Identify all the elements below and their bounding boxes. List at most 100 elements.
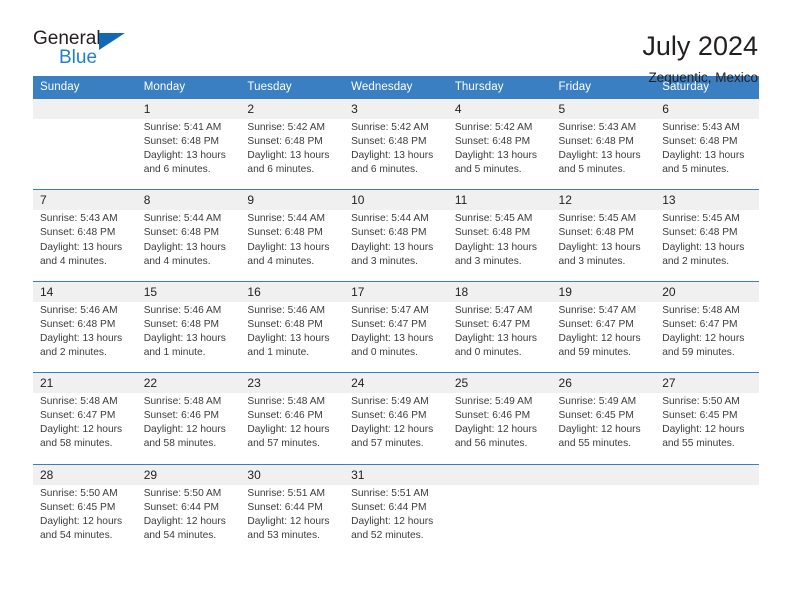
sunrise-text: Sunrise: 5:50 AM xyxy=(662,396,740,408)
day-details-cell: Sunrise: 5:47 AM Sunset: 6:47 PM Daylight:… xyxy=(344,301,448,373)
calendar-week-details-row: Sunrise: 5:48 AM Sunset: 6:47 PM Daylight:… xyxy=(33,393,759,464)
daylight-text: Daylight: 13 hours xyxy=(40,332,123,344)
day-number[interactable]: 7 xyxy=(33,189,137,211)
day-details-cell: Sunrise: 5:49 AM Sunset: 6:46 PM Daylight:… xyxy=(447,393,552,464)
day-number[interactable]: 31 xyxy=(344,463,448,485)
day-number-empty xyxy=(447,463,552,485)
daylight-text: Daylight: 13 hours xyxy=(662,241,745,253)
day-number[interactable]: 14 xyxy=(33,280,137,302)
calendar-week-details-row: Sunrise: 5:50 AM Sunset: 6:45 PM Daylight:… xyxy=(33,484,759,555)
day-number[interactable]: 12 xyxy=(551,189,656,211)
sunrise-text: Sunrise: 5:47 AM xyxy=(558,304,637,316)
sunrise-text: Sunrise: 5:47 AM xyxy=(351,304,429,316)
day-number[interactable]: 24 xyxy=(344,372,448,394)
day-details-cell: Sunrise: 5:42 AM Sunset: 6:48 PM Daylight:… xyxy=(240,119,345,190)
daylight-text: and 55 minutes. xyxy=(558,438,632,450)
calendar-table: Sunday Monday Tuesday Wednesday Thursday… xyxy=(33,76,759,555)
day-number[interactable]: 1 xyxy=(136,99,241,119)
day-number[interactable]: 29 xyxy=(136,463,241,485)
day-number[interactable]: 20 xyxy=(655,280,759,302)
day-number[interactable]: 25 xyxy=(447,372,552,394)
daylight-text: Daylight: 12 hours xyxy=(558,424,641,436)
daylight-text: and 0 minutes. xyxy=(351,347,418,359)
calendar-week-numbers-row: 14 15 16 17 18 19 20 xyxy=(33,280,759,302)
daylight-text: and 54 minutes. xyxy=(40,529,113,541)
day-number[interactable]: 18 xyxy=(447,280,552,302)
day-number[interactable]: 19 xyxy=(551,280,656,302)
daylight-text: Daylight: 13 hours xyxy=(40,241,123,253)
daylight-text: and 5 minutes. xyxy=(662,164,730,176)
day-number[interactable]: 9 xyxy=(240,189,345,211)
daylight-text: Daylight: 13 hours xyxy=(454,332,537,344)
sunrise-text: Sunrise: 5:48 AM xyxy=(143,396,222,408)
title-block: July 2024 Zequentic, Mexico xyxy=(642,28,758,88)
day-number[interactable]: 21 xyxy=(33,372,137,394)
day-details-cell-empty xyxy=(447,484,552,555)
sunrise-text: Sunrise: 5:42 AM xyxy=(454,122,533,133)
day-number[interactable]: 27 xyxy=(655,372,759,394)
day-number[interactable]: 2 xyxy=(240,99,345,119)
sunset-text: Sunset: 6:45 PM xyxy=(558,410,634,422)
day-number[interactable]: 23 xyxy=(240,372,345,394)
day-details-cell: Sunrise: 5:50 AM Sunset: 6:45 PM Daylight:… xyxy=(655,393,759,464)
daylight-text: and 53 minutes. xyxy=(247,529,320,541)
sunset-text: Sunset: 6:45 PM xyxy=(662,410,738,422)
day-number[interactable]: 15 xyxy=(136,280,241,302)
day-details-cell: Sunrise: 5:44 AM Sunset: 6:48 PM Daylight:… xyxy=(136,210,241,282)
sunrise-text: Sunrise: 5:50 AM xyxy=(143,487,222,499)
day-number[interactable]: 17 xyxy=(344,280,448,302)
day-number[interactable]: 13 xyxy=(655,189,759,211)
sunset-text: Sunset: 6:48 PM xyxy=(454,136,531,148)
day-details-cell: Sunrise: 5:51 AM Sunset: 6:44 PM Daylight:… xyxy=(344,484,448,555)
sunrise-text: Sunrise: 5:49 AM xyxy=(558,396,637,408)
day-number[interactable]: 6 xyxy=(655,99,759,119)
sunrise-text: Sunrise: 5:46 AM xyxy=(40,304,118,316)
daylight-text: Daylight: 13 hours xyxy=(351,332,434,344)
daylight-text: Daylight: 12 hours xyxy=(558,332,641,344)
daylight-text: and 3 minutes. xyxy=(558,255,626,267)
daylight-text: Daylight: 12 hours xyxy=(143,424,226,436)
weekday-header-sunday: Sunday xyxy=(33,76,137,99)
daylight-text: and 58 minutes. xyxy=(40,438,113,450)
sunset-text: Sunset: 6:48 PM xyxy=(143,136,220,148)
sunset-text: Sunset: 6:48 PM xyxy=(454,227,531,239)
daylight-text: and 56 minutes. xyxy=(454,438,528,450)
logo-text-blue: Blue xyxy=(59,47,98,68)
daylight-text: and 55 minutes. xyxy=(662,438,735,450)
daylight-text: and 5 minutes. xyxy=(454,164,522,176)
day-number[interactable]: 8 xyxy=(136,189,241,211)
sunset-text: Sunset: 6:48 PM xyxy=(351,136,427,148)
sunset-text: Sunset: 6:48 PM xyxy=(662,227,738,239)
day-number-empty xyxy=(551,463,656,485)
day-number[interactable]: 3 xyxy=(344,99,448,119)
sunset-text: Sunset: 6:44 PM xyxy=(351,501,427,513)
sunrise-text: Sunrise: 5:41 AM xyxy=(143,122,222,133)
day-number[interactable]: 28 xyxy=(33,463,137,485)
weekday-header-tuesday: Tuesday xyxy=(240,76,345,99)
sunrise-text: Sunrise: 5:49 AM xyxy=(351,396,429,408)
sunset-text: Sunset: 6:48 PM xyxy=(247,136,323,148)
day-details-cell: Sunrise: 5:44 AM Sunset: 6:48 PM Daylight:… xyxy=(344,210,448,282)
day-number[interactable]: 30 xyxy=(240,463,345,485)
day-number-empty xyxy=(655,463,759,485)
sunset-text: Sunset: 6:48 PM xyxy=(351,227,427,239)
day-number[interactable]: 26 xyxy=(551,372,656,394)
day-details-cell: Sunrise: 5:48 AM Sunset: 6:47 PM Daylight:… xyxy=(33,393,137,464)
day-details-cell: Sunrise: 5:44 AM Sunset: 6:48 PM Daylight:… xyxy=(240,210,345,282)
day-details-cell: Sunrise: 5:42 AM Sunset: 6:48 PM Daylight:… xyxy=(344,119,448,190)
daylight-text: Daylight: 12 hours xyxy=(247,424,330,436)
daylight-text: and 59 minutes. xyxy=(662,347,735,359)
day-details-cell: Sunrise: 5:42 AM Sunset: 6:48 PM Daylight:… xyxy=(447,119,552,190)
daylight-text: and 5 minutes. xyxy=(558,164,626,176)
day-number[interactable]: 16 xyxy=(240,280,345,302)
daylight-text: Daylight: 13 hours xyxy=(143,241,226,253)
day-number[interactable]: 5 xyxy=(551,99,656,119)
day-number[interactable]: 22 xyxy=(136,372,241,394)
daylight-text: and 6 minutes. xyxy=(143,164,211,176)
day-number[interactable]: 11 xyxy=(447,189,552,211)
daylight-text: Daylight: 13 hours xyxy=(558,150,641,162)
daylight-text: Daylight: 13 hours xyxy=(351,241,434,253)
weekday-header-thursday: Thursday xyxy=(447,76,552,99)
day-number[interactable]: 10 xyxy=(344,189,448,211)
day-number[interactable]: 4 xyxy=(447,99,552,119)
